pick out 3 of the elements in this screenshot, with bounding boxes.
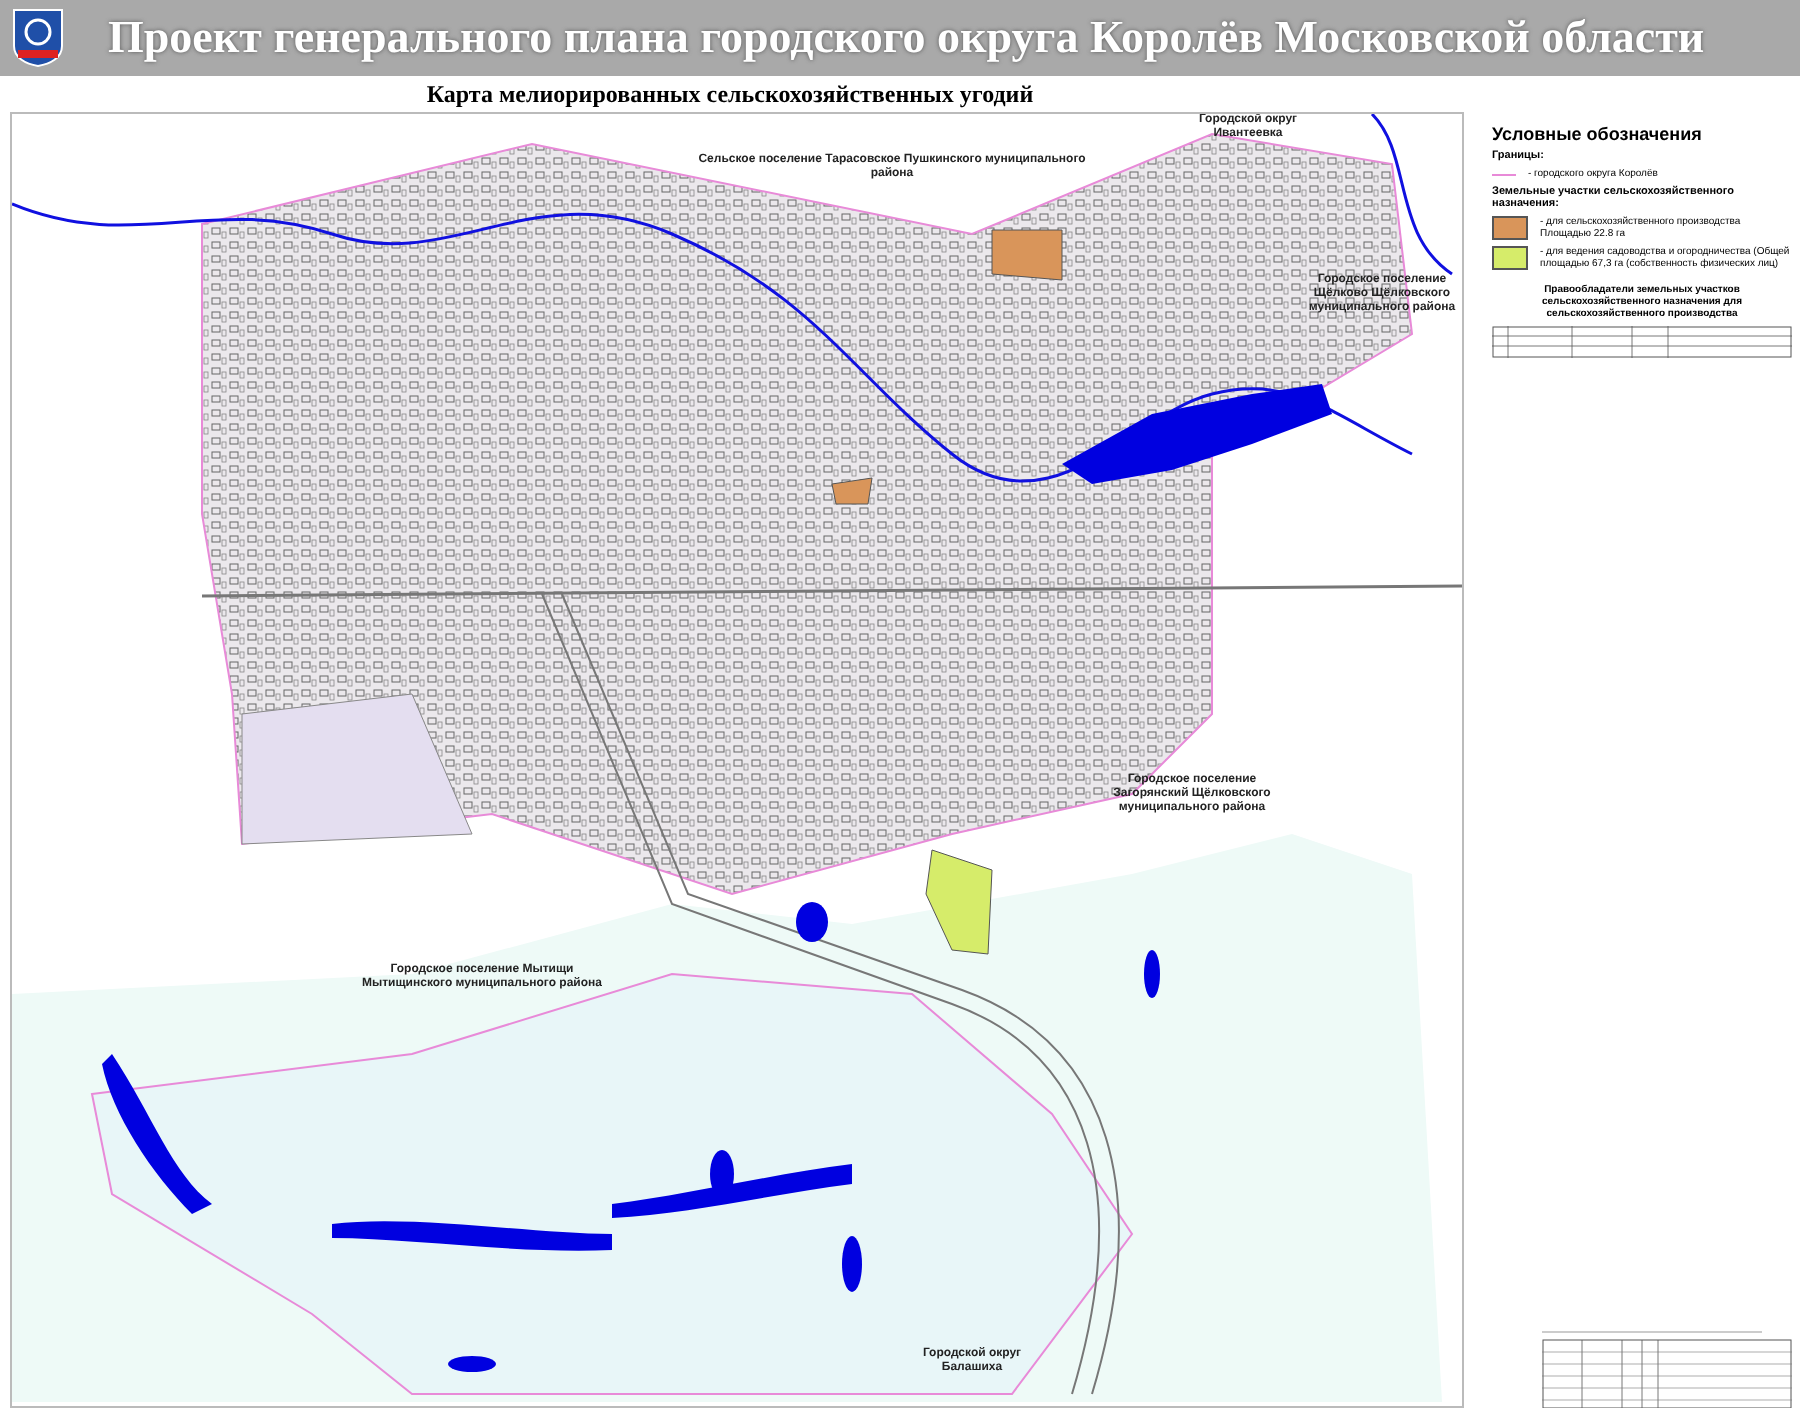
map-title: Карта мелиорированных сельскохозяйственных угодий [426, 79, 1034, 109]
page-title: Проект генерального плана городского округа Королёв Московской области [108, 12, 1705, 64]
legend-title: Условные обозначения [1492, 124, 1704, 144]
